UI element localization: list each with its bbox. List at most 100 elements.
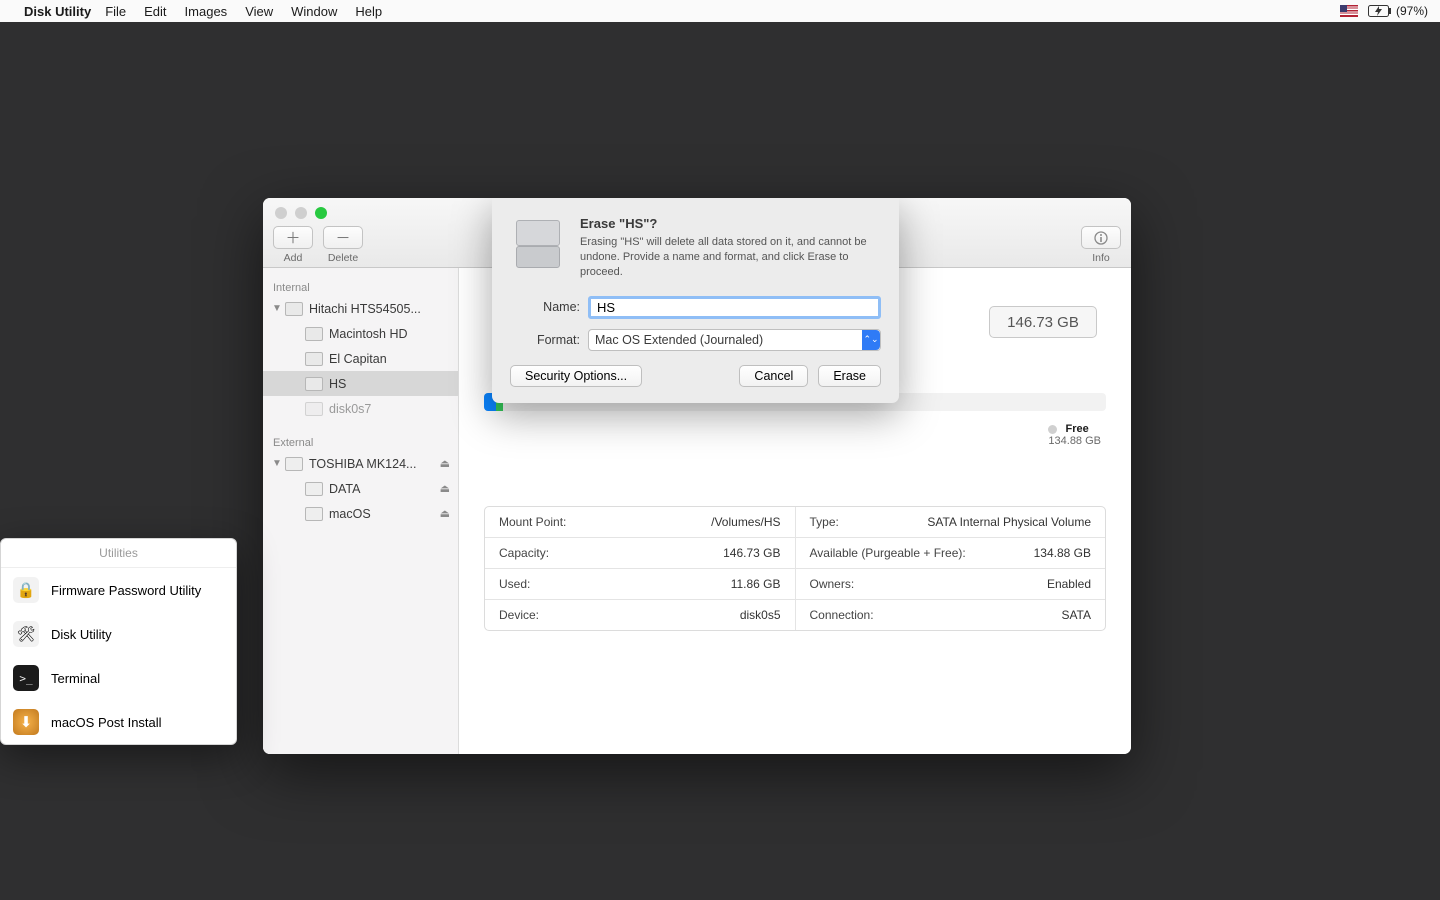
toolbar-info-label: Info [1092, 252, 1110, 264]
sidebar: Internal ▼ Hitachi HTS54505... Macintosh… [263, 268, 459, 754]
menu-view[interactable]: View [245, 4, 273, 19]
sidebar-disk-internal[interactable]: ▼ Hitachi HTS54505... [263, 296, 458, 321]
details-table: Mount Point:/Volumes/HS Type:SATA Intern… [484, 506, 1106, 631]
format-select[interactable]: Mac OS Extended (Journaled) ⌃⌄ [588, 329, 881, 351]
installer-app-icon: ⬇ [13, 709, 39, 735]
chevron-updown-icon: ⌃⌄ [862, 330, 880, 350]
external-disk-icon [285, 457, 303, 471]
disclosure-triangle-icon[interactable]: ▼ [271, 458, 283, 469]
sidebar-disk-label: TOSHIBA MK124... [309, 457, 416, 471]
sidebar-section-external: External [263, 431, 458, 451]
popover-title: Utilities [1, 539, 236, 568]
usage-free-label: Free [1065, 423, 1088, 435]
sidebar-volume-elcapitan[interactable]: El Capitan [263, 346, 458, 371]
terminal-app-icon: >_ [13, 665, 39, 691]
battery-percent: (97%) [1396, 4, 1428, 18]
usage-free: Free 134.88 GB [1048, 423, 1101, 447]
sidebar-volume-disk0s7[interactable]: disk0s7 [263, 396, 458, 421]
popover-item-firmware[interactable]: 🔒 Firmware Password Utility [1, 568, 236, 612]
menu-images[interactable]: Images [185, 4, 228, 19]
menu-edit[interactable]: Edit [144, 4, 166, 19]
detail-value: disk0s5 [740, 608, 781, 622]
detail-key: Owners: [810, 577, 855, 591]
eject-icon[interactable]: ⏏ [440, 482, 450, 495]
harddisk-icon [285, 302, 303, 316]
popover-item-label: Disk Utility [51, 627, 112, 642]
name-input[interactable] [588, 296, 881, 319]
sidebar-disk-external[interactable]: ▼ TOSHIBA MK124... ⏏ [263, 451, 458, 476]
toolbar-delete-label: Delete [328, 252, 358, 264]
toolbar-add-label: Add [284, 252, 303, 264]
sidebar-volume-label: HS [329, 377, 346, 391]
sidebar-volume-data[interactable]: DATA ⏏ [263, 476, 458, 501]
sidebar-volume-macintoshhd[interactable]: Macintosh HD [263, 321, 458, 346]
eject-icon[interactable]: ⏏ [440, 507, 450, 520]
menu-file[interactable]: File [105, 4, 126, 19]
menubar: Disk Utility File Edit Images View Windo… [0, 0, 1440, 22]
detail-key: Available (Purgeable + Free): [810, 546, 966, 560]
sidebar-disk-label: Hitachi HTS54505... [309, 302, 421, 316]
battery-icon [1368, 5, 1392, 17]
eject-icon[interactable]: ⏏ [440, 457, 450, 470]
menu-window[interactable]: Window [291, 4, 337, 19]
popover-item-label: macOS Post Install [51, 715, 162, 730]
format-field-label: Format: [510, 333, 588, 347]
dialog-title: Erase "HS"? [580, 216, 880, 231]
toolbar-add-button[interactable]: ＋ [273, 226, 313, 249]
lock-icon: 🔒 [13, 577, 39, 603]
popover-item-postinstall[interactable]: ⬇ macOS Post Install [1, 700, 236, 744]
volume-icon [305, 402, 323, 416]
menubar-app-name[interactable]: Disk Utility [24, 4, 91, 19]
detail-value: SATA Internal Physical Volume [927, 515, 1091, 529]
detail-key: Type: [810, 515, 839, 529]
sidebar-volume-macos[interactable]: macOS ⏏ [263, 501, 458, 526]
legend-dot-icon [1048, 425, 1057, 434]
detail-value: 11.86 GB [731, 577, 781, 591]
sidebar-volume-label: disk0s7 [329, 402, 371, 416]
detail-key: Mount Point: [499, 515, 566, 529]
sidebar-section-internal: Internal [263, 276, 458, 296]
detail-key: Connection: [810, 608, 874, 622]
sidebar-volume-label: Macintosh HD [329, 327, 408, 341]
detail-key: Capacity: [499, 546, 549, 560]
info-icon [1094, 231, 1108, 245]
erase-dialog: Erase "HS"? Erasing "HS" will delete all… [492, 198, 899, 403]
name-field-label: Name: [510, 300, 588, 314]
popover-item-diskutility[interactable]: 🛠 Disk Utility [1, 612, 236, 656]
volume-icon [305, 482, 323, 496]
harddrive-icon [510, 216, 566, 272]
detail-value: SATA [1061, 608, 1091, 622]
sidebar-volume-label: DATA [329, 482, 360, 496]
popover-item-terminal[interactable]: >_ Terminal [1, 656, 236, 700]
popover-item-label: Terminal [51, 671, 100, 686]
capacity-badge: 146.73 GB [989, 306, 1097, 338]
battery-status[interactable]: (97%) [1368, 4, 1428, 18]
disclosure-triangle-icon[interactable]: ▼ [271, 303, 283, 314]
sidebar-volume-label: El Capitan [329, 352, 387, 366]
detail-value: 146.73 GB [723, 546, 780, 560]
toolbar-info-button[interactable] [1081, 226, 1121, 249]
volume-icon [305, 377, 323, 391]
cancel-button[interactable]: Cancel [739, 365, 808, 387]
volume-icon [305, 507, 323, 521]
erase-button[interactable]: Erase [818, 365, 881, 387]
usage-free-value: 134.88 GB [1048, 435, 1101, 447]
detail-key: Device: [499, 608, 539, 622]
sidebar-volume-hs[interactable]: HS [263, 371, 458, 396]
toolbar-delete-button[interactable]: － [323, 226, 363, 249]
input-source-flag-icon[interactable] [1340, 5, 1358, 17]
detail-key: Used: [499, 577, 530, 591]
utilities-popover: Utilities 🔒 Firmware Password Utility 🛠 … [0, 538, 237, 745]
disk-utility-window: Disk Utility ＋Add －Delete First Aid Part… [263, 198, 1131, 754]
volume-icon [305, 327, 323, 341]
menu-help[interactable]: Help [355, 4, 382, 19]
format-select-value: Mac OS Extended (Journaled) [595, 333, 763, 347]
volume-icon [305, 352, 323, 366]
detail-value: 134.88 GB [1034, 546, 1091, 560]
detail-value: Enabled [1047, 577, 1091, 591]
diskutility-app-icon: 🛠 [13, 621, 39, 647]
dialog-message: Erasing "HS" will delete all data stored… [580, 235, 880, 280]
security-options-button[interactable]: Security Options... [510, 365, 642, 387]
sidebar-volume-label: macOS [329, 507, 371, 521]
popover-item-label: Firmware Password Utility [51, 583, 201, 598]
